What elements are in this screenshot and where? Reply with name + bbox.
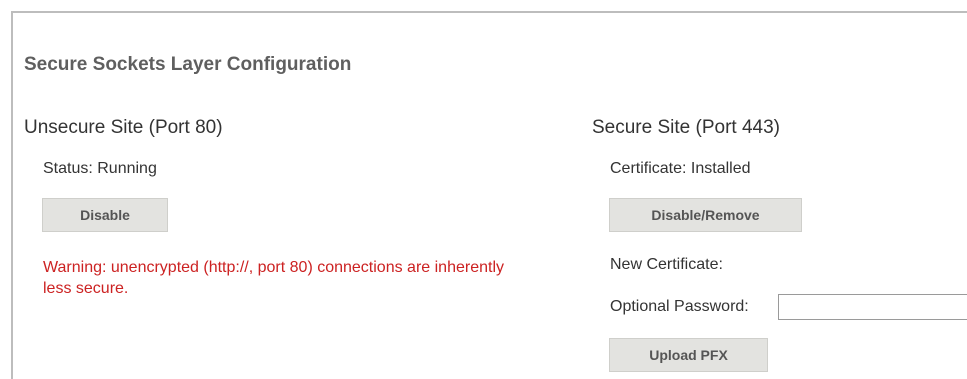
disable-button[interactable]: Disable (42, 198, 168, 232)
upload-pfx-button[interactable]: Upload PFX (609, 338, 768, 372)
unsecure-site-heading: Unsecure Site (Port 80) (24, 117, 223, 138)
optional-password-label: Optional Password: (610, 298, 749, 315)
secure-site-heading: Secure Site (Port 443) (592, 117, 780, 138)
disable-remove-button[interactable]: Disable/Remove (609, 198, 802, 232)
unencrypted-warning: Warning: unencrypted (http://, port 80) … (43, 259, 504, 297)
unsecure-status-text: Status: Running (43, 160, 157, 177)
certificate-status-text: Certificate: Installed (610, 160, 751, 177)
section-title: Secure Sockets Layer Configuration (24, 54, 352, 75)
new-certificate-label: New Certificate: (610, 256, 723, 273)
optional-password-input[interactable] (778, 294, 967, 320)
